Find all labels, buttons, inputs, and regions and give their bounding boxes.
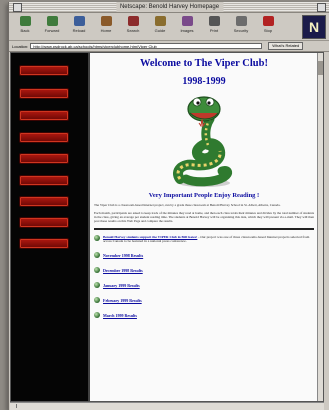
results-link-label[interactable]: November 1998 Results: [103, 253, 143, 258]
viper-snake-image: [173, 96, 233, 187]
toolbar-label: Search: [126, 28, 140, 33]
page-title: Welcome to The Viper Club!: [140, 58, 268, 69]
location-label: Location:: [12, 43, 29, 49]
window-title: Netscape: Benold Harvey Homepage: [115, 2, 224, 12]
feature-text: Benold Harvey students support the VIPER…: [103, 235, 314, 243]
vertical-scrollbar[interactable]: [317, 53, 323, 401]
left-nav-frame: [11, 53, 90, 401]
nav-button-7[interactable]: [19, 196, 69, 207]
location-bar: Location: http://www.psdrock.ab.ca/schoo…: [9, 41, 329, 52]
nav-button-1[interactable]: [19, 65, 69, 76]
bullet-icon: [94, 282, 100, 289]
browser-window: Netscape: Benold Harvey Homepage Back For…: [8, 2, 329, 410]
bullet-icon: [94, 297, 100, 304]
toolbar-label: Images: [180, 28, 194, 33]
nav-button-2[interactable]: [19, 88, 69, 99]
print-icon: [208, 16, 220, 26]
back-arrow-icon: [19, 16, 31, 26]
results-link-label[interactable]: December 1998 Results: [103, 268, 143, 273]
bullet-icon: [94, 252, 100, 259]
security-button[interactable]: Security: [228, 13, 254, 39]
resize-grip[interactable]: [16, 404, 23, 408]
divider: [94, 228, 314, 230]
status-bar: [10, 402, 324, 410]
toolbar-label: Stop: [263, 28, 273, 33]
images-button[interactable]: Images: [174, 13, 200, 39]
nav-button-8[interactable]: [19, 217, 69, 228]
toolbar-label: Home: [100, 28, 112, 33]
results-link-march[interactable]: March 1999 Results: [94, 312, 314, 319]
toolbar-label: Security: [233, 28, 249, 33]
security-lock-icon: [235, 16, 247, 26]
years-heading: 1998-1999: [182, 76, 226, 87]
bullet-icon: [94, 312, 100, 319]
url-field[interactable]: http://www.psdrock.ab.ca/schools/htms/vi…: [30, 43, 263, 49]
nav-button-6[interactable]: [19, 175, 69, 186]
reload-icon: [73, 16, 85, 26]
navigation-toolbar: Back Forward Reload Home Search Guide Images Pr…: [9, 13, 329, 41]
title-bar[interactable]: Netscape: Benold Harvey Homepage: [9, 2, 329, 13]
nav-button-4[interactable]: [19, 132, 69, 143]
forward-button[interactable]: Forward: [39, 13, 65, 39]
nav-button-5[interactable]: [19, 153, 69, 164]
whats-related-button[interactable]: What's Related: [268, 42, 304, 50]
results-link-december[interactable]: December 1998 Results: [94, 267, 314, 274]
results-link-november[interactable]: November 1998 Results: [94, 252, 314, 259]
forward-arrow-icon: [46, 16, 58, 26]
results-link-label[interactable]: March 1999 Results: [103, 313, 137, 318]
home-button[interactable]: Home: [93, 13, 119, 39]
bullet-icon: [94, 234, 100, 241]
stop-icon: [262, 16, 274, 26]
netscape-logo: N: [302, 15, 326, 39]
close-box[interactable]: [13, 3, 22, 12]
stop-button[interactable]: Stop: [255, 13, 281, 39]
intro-paragraph-1: The Viper Club is a classroom-based Inte…: [94, 203, 281, 207]
main-frame: Welcome to The Viper Club! 1998-1999 Ver…: [90, 53, 323, 401]
images-icon: [181, 16, 193, 26]
toolbar-label: Back: [20, 28, 30, 33]
toolbar-label: Guide: [154, 28, 166, 33]
zoom-box[interactable]: [317, 3, 326, 12]
vip-heading: Very Important People Enjoy Reading !: [148, 192, 260, 199]
toolbar-label: Print: [209, 28, 219, 33]
search-icon: [127, 16, 139, 26]
guide-button[interactable]: Guide: [147, 13, 173, 39]
toolbar-label: Reload: [72, 28, 86, 33]
bullet-icon: [94, 267, 100, 274]
scroll-thumb[interactable]: [318, 61, 323, 75]
toolbar-label: Forward: [44, 28, 60, 33]
results-link-january[interactable]: January 1999 Results: [94, 282, 314, 289]
guide-icon: [154, 16, 166, 26]
home-icon: [100, 16, 112, 26]
page-content: Welcome to The Viper Club! 1998-1999 Ver…: [10, 52, 324, 402]
print-button[interactable]: Print: [201, 13, 227, 39]
search-button[interactable]: Search: [120, 13, 146, 39]
results-link-label[interactable]: January 1999 Results: [103, 283, 140, 288]
feature-item: Benold Harvey students support the VIPER…: [94, 234, 314, 243]
reload-button[interactable]: Reload: [66, 13, 92, 39]
intro-paragraph-2: Each month, participants are asked to ke…: [94, 211, 314, 224]
results-link-february[interactable]: February 1999 Results: [94, 297, 314, 304]
nav-button-3[interactable]: [19, 110, 69, 121]
back-button[interactable]: Back: [12, 13, 38, 39]
nav-button-9[interactable]: [19, 238, 69, 249]
results-link-label[interactable]: February 1999 Results: [103, 298, 142, 303]
